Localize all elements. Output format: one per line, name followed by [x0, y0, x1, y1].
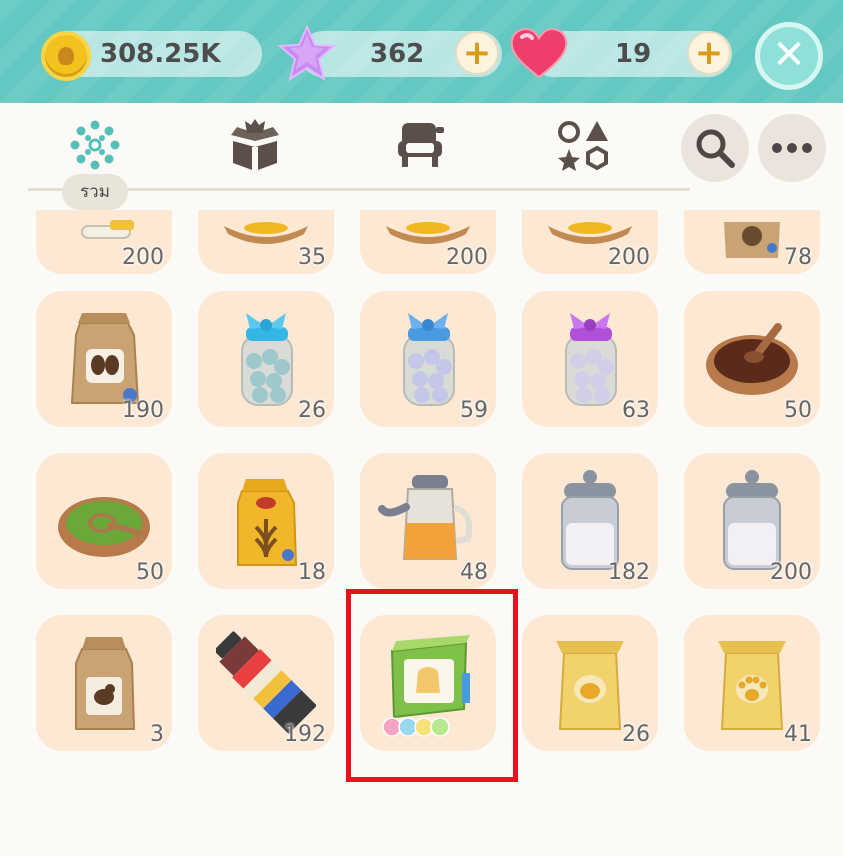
paint-tube-icon	[216, 631, 316, 734]
star-icon	[277, 24, 337, 82]
tab-gift-box[interactable]	[220, 115, 290, 175]
more-button[interactable]	[758, 114, 826, 182]
item-count: 200	[770, 560, 812, 585]
item-slot[interactable]: 78	[684, 210, 820, 274]
item-slot[interactable]: 182	[522, 453, 658, 589]
item-slot[interactable]: 35	[198, 210, 334, 274]
coffee-bag-icon	[70, 313, 140, 404]
item-slot[interactable]: 26	[198, 291, 334, 427]
search-button[interactable]	[681, 114, 749, 182]
item-slot[interactable]: 190	[36, 291, 172, 427]
item-count: 26	[298, 398, 326, 423]
pet-food-bag-icon	[556, 641, 624, 730]
search-icon	[696, 129, 735, 168]
item-slot[interactable]: 63	[522, 291, 658, 427]
item-slot[interactable]: 48	[360, 453, 496, 589]
candy-jar-lavender-icon	[403, 313, 455, 406]
item-count: 48	[460, 560, 488, 585]
tab-furniture[interactable]	[385, 115, 455, 175]
item-slot[interactable]: 200	[522, 210, 658, 274]
item-slot[interactable]: 200	[360, 210, 496, 274]
add-stars-button[interactable]: +	[455, 31, 499, 75]
item-slot[interactable]: 41	[684, 615, 820, 751]
item-count: 50	[136, 560, 164, 585]
item-count: 200	[608, 245, 650, 270]
item-slot[interactable]: 26	[522, 615, 658, 751]
category-tabs: รวม	[0, 103, 843, 210]
item-slot[interactable]: 50	[684, 291, 820, 427]
close-button[interactable]: ✕	[755, 22, 823, 90]
item-slot[interactable]: 59	[360, 291, 496, 427]
item-count: 63	[622, 398, 650, 423]
coin-icon	[41, 31, 91, 81]
item-count: 18	[298, 560, 326, 585]
sugar-jar-icon	[723, 470, 781, 570]
candy-jar-purple-icon	[565, 313, 617, 406]
item-count: 35	[298, 245, 326, 270]
armchair-icon	[398, 123, 444, 167]
sugar-jar-icon	[561, 470, 619, 570]
flour-bag-icon	[237, 479, 298, 566]
add-hearts-button[interactable]: +	[687, 31, 731, 75]
soil-bowl-icon	[706, 323, 798, 395]
candy-jar-blue-icon	[241, 313, 293, 406]
resource-bar: 308.25K 362 + 19 + ✕	[0, 0, 843, 103]
star-amount: 362	[370, 39, 425, 69]
paw-food-bag-icon	[718, 641, 786, 730]
item-slot[interactable]: 18	[198, 453, 334, 589]
tab-shapes[interactable]	[547, 115, 617, 175]
flower-icon	[70, 120, 120, 170]
selection-highlight	[346, 589, 518, 782]
tab-all-label: รวม	[62, 174, 128, 210]
birdseed-bag-icon	[75, 637, 136, 730]
item-count: 200	[446, 245, 488, 270]
item-slot[interactable]: 3	[36, 615, 172, 751]
kettle-icon	[378, 475, 473, 560]
matcha-bowl-icon	[58, 497, 150, 557]
item-count: 190	[122, 398, 164, 423]
item-count: 50	[784, 398, 812, 423]
item-count: 192	[284, 722, 326, 747]
item-slot[interactable]: 200	[36, 210, 172, 274]
item-count: 26	[622, 722, 650, 747]
item-slot[interactable]: 50	[36, 453, 172, 589]
coin-amount: 308.25K	[100, 39, 221, 69]
more-icon	[772, 143, 812, 153]
item-count: 41	[784, 722, 812, 747]
item-count: 78	[784, 245, 812, 270]
heart-icon	[510, 28, 568, 79]
item-slot[interactable]: 192	[198, 615, 334, 751]
tab-all[interactable]	[60, 115, 130, 175]
item-count: 182	[608, 560, 650, 585]
item-slot[interactable]: 200	[684, 453, 820, 589]
item-count: 3	[150, 722, 164, 747]
gift-box-icon	[231, 119, 279, 171]
heart-amount: 19	[615, 39, 652, 69]
item-count: 200	[122, 245, 164, 270]
shapes-icon	[558, 121, 608, 171]
item-count: 59	[460, 398, 488, 423]
